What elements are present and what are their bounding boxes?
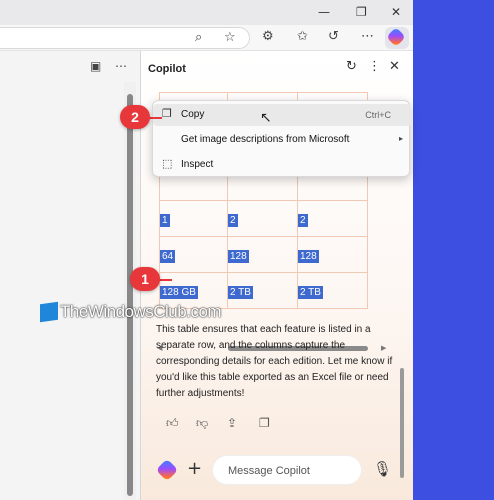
- context-menu-label: Get image descriptions from Microsoft: [181, 134, 350, 145]
- close-window-button[interactable]: ✕: [391, 5, 401, 19]
- table-cell: 128 GB: [160, 285, 198, 299]
- response-text: This table ensures that each feature is …: [156, 324, 393, 399]
- context-menu-image-descriptions[interactable]: Get image descriptions from Microsoft ▸: [153, 129, 411, 151]
- copy-response-icon[interactable]: ❐: [259, 416, 270, 430]
- step-marker-2: 2: [120, 105, 150, 129]
- extensions-icon[interactable]: ⚙: [262, 29, 274, 45]
- context-menu-label: Copy: [181, 109, 205, 120]
- favorite-star-icon[interactable]: ☆: [224, 30, 236, 46]
- share-icon[interactable]: ⇪: [227, 416, 237, 430]
- sidebar-more-icon[interactable]: ⋮: [368, 59, 381, 74]
- browser-window: — ❐ ✕ ⌕ ☆ ⚙ ✩ ↺ ⋯ ▣ ⋯ Copilot ↻ ⋮ ✕ ✓: [0, 0, 413, 500]
- table-cell: 1: [160, 213, 170, 227]
- mouse-cursor-icon: ↖: [260, 110, 272, 126]
- table-cell: 128: [298, 249, 319, 263]
- refresh-icon[interactable]: ↻: [346, 59, 357, 74]
- minimize-button[interactable]: —: [318, 5, 330, 19]
- copilot-icon: [386, 27, 406, 47]
- save-icon[interactable]: ▣: [90, 58, 101, 74]
- submenu-arrow-icon: ▸: [398, 134, 403, 143]
- address-bar[interactable]: ⌕ ☆: [0, 27, 250, 49]
- table-cell: 2 TB: [298, 285, 323, 299]
- thumbs-down-icon[interactable]: 👎︎: [196, 416, 208, 431]
- page-scrollbar[interactable]: [124, 82, 136, 500]
- table-row: 1 2 2: [159, 200, 368, 237]
- thumbs-up-icon[interactable]: 👍︎: [166, 416, 179, 431]
- table-row: 64 128 128: [159, 236, 368, 273]
- page-scrollbar-thumb[interactable]: [127, 94, 133, 496]
- zoom-icon[interactable]: ⌕: [195, 30, 202, 46]
- title-bar: — ❐ ✕: [0, 0, 413, 25]
- table-cell: 128: [228, 249, 249, 263]
- page-more-icon[interactable]: ⋯: [115, 58, 127, 74]
- context-menu-copy[interactable]: ❐ Copy Ctrl+C: [153, 104, 411, 126]
- watermark-logo-icon: [40, 301, 58, 323]
- context-menu: ❐ Copy Ctrl+C Get image descriptions fro…: [152, 100, 411, 177]
- table-cell: 2: [298, 213, 308, 227]
- table-cell: 2: [228, 213, 238, 227]
- watermark-text: TheWindowsClub.com: [60, 302, 222, 321]
- favorites-icon[interactable]: ✩: [297, 29, 308, 45]
- maximize-button[interactable]: ❐: [356, 5, 367, 19]
- copilot-header: Copilot ↻ ⋮ ✕: [141, 51, 413, 85]
- message-input[interactable]: Message Copilot: [212, 455, 362, 485]
- table-cell: 2 TB: [228, 285, 253, 299]
- copilot-title: Copilot: [148, 63, 186, 75]
- add-attachment-button[interactable]: +: [187, 460, 202, 478]
- sidebar-scrollbar[interactable]: [400, 368, 404, 478]
- message-input-placeholder: Message Copilot: [228, 465, 310, 477]
- browser-toolbar: ⌕ ☆ ⚙ ✩ ↺ ⋯: [0, 25, 413, 51]
- inspect-icon: ⬚: [162, 157, 173, 170]
- sidebar-close-icon[interactable]: ✕: [389, 59, 400, 74]
- context-menu-inspect[interactable]: ⬚ Inspect: [153, 154, 411, 176]
- context-menu-label: Inspect: [181, 159, 214, 170]
- shortcut-label: Ctrl+C: [365, 110, 391, 120]
- history-icon[interactable]: ↺: [328, 29, 339, 45]
- copilot-toolbar-button[interactable]: [385, 27, 409, 49]
- microphone-icon[interactable]: 🎙︎: [373, 460, 392, 478]
- table-cell: 64: [160, 249, 176, 263]
- more-icon[interactable]: ⋯: [361, 29, 374, 45]
- page-content-area: [0, 51, 140, 500]
- copy-icon: ❐: [162, 107, 172, 120]
- step-marker-1: 1: [130, 267, 160, 291]
